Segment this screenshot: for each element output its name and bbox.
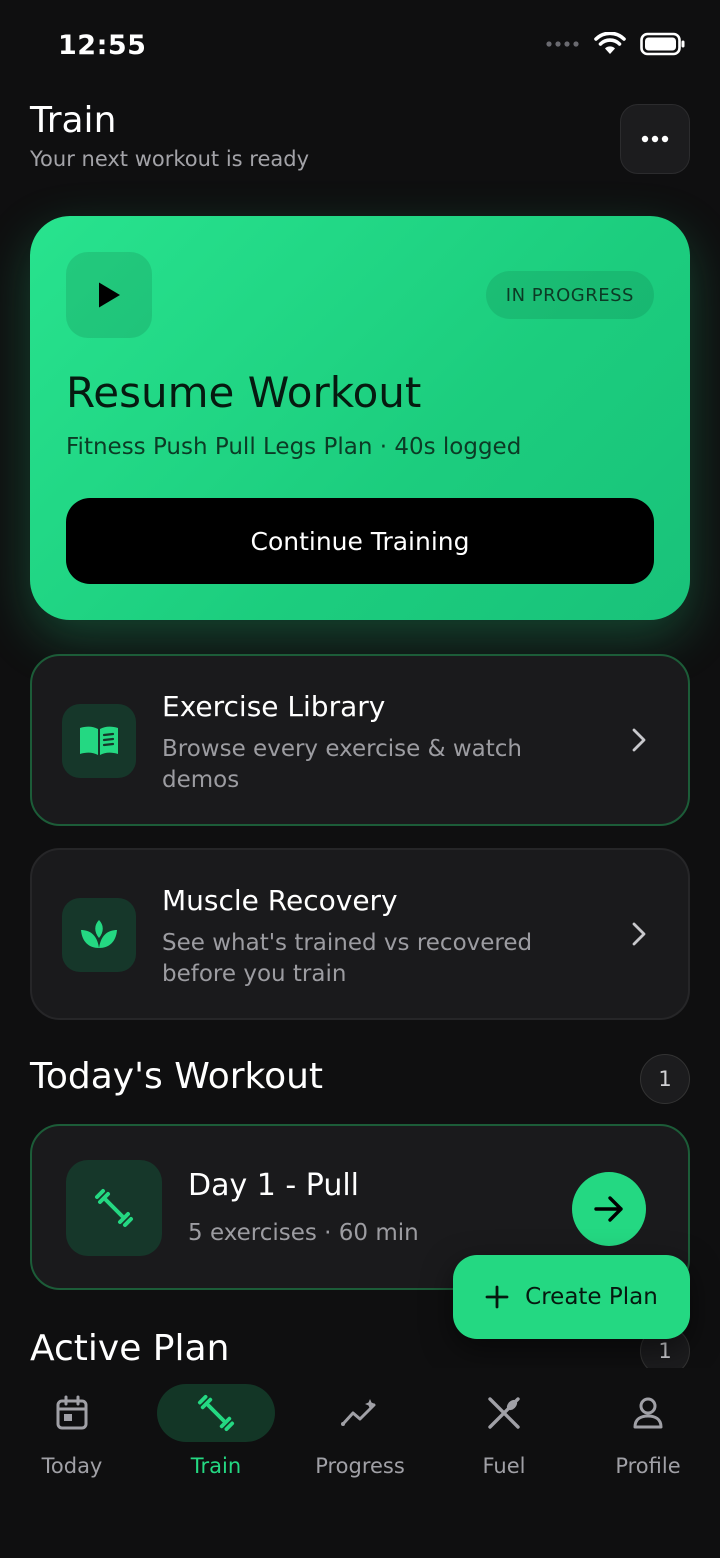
in-progress-badge: IN PROGRESS <box>485 271 654 319</box>
create-plan-label: Create Plan <box>525 1284 658 1310</box>
bottom-tab-bar: Today Train Progress Fuel Profile <box>0 1368 720 1558</box>
arrow-right-icon <box>594 1196 623 1222</box>
tab-icon-wrap <box>157 1384 275 1442</box>
continue-training-button[interactable]: Continue Training <box>66 498 654 584</box>
active-plan-heading: Active Plan <box>30 1328 230 1369</box>
exercise-library-card[interactable]: Exercise Library Browse every exercise &… <box>30 654 690 826</box>
wifi-icon <box>594 32 626 54</box>
status-time: 12:55 <box>58 30 147 61</box>
todays-workout-count-badge: 1 <box>640 1054 690 1104</box>
page-subtitle: Your next workout is ready <box>30 147 310 171</box>
tab-label: Fuel <box>482 1454 526 1478</box>
tab-icon-wrap <box>13 1384 131 1442</box>
tab-icon-wrap <box>589 1384 707 1442</box>
create-plan-button[interactable]: Create Plan <box>453 1255 690 1339</box>
plus-icon <box>485 1285 509 1309</box>
start-workout-button[interactable] <box>572 1172 646 1246</box>
tab-label: Profile <box>615 1454 681 1478</box>
tab-train[interactable]: Train <box>151 1384 281 1478</box>
exercise-library-icon-tile <box>62 704 136 778</box>
cellular-signal-icon <box>546 41 579 47</box>
leaf-icon <box>81 920 117 948</box>
tab-icon-wrap <box>301 1384 419 1442</box>
play-tile <box>66 252 152 338</box>
status-bar: 12:55 <box>0 0 720 90</box>
resume-workout-subtitle: Fitness Push Pull Legs Plan · 40s logged <box>66 434 522 460</box>
tab-label: Train <box>190 1454 242 1478</box>
muscle-recovery-description: See what's trained vs recovered before y… <box>162 930 533 987</box>
more-options-button[interactable] <box>620 104 690 174</box>
todays-workout-heading: Today's Workout <box>30 1056 324 1097</box>
tab-fuel[interactable]: Fuel <box>439 1384 569 1478</box>
utensils-icon <box>488 1397 520 1429</box>
workout-name: Day 1 - Pull <box>188 1168 360 1203</box>
header: Train Your next workout is ready <box>30 100 690 174</box>
battery-icon <box>640 32 685 56</box>
page-title: Train <box>30 100 117 141</box>
tab-label: Progress <box>315 1454 405 1478</box>
user-icon <box>633 1397 663 1429</box>
exercise-library-title: Exercise Library <box>162 690 386 723</box>
dumbbell-icon <box>197 1394 235 1432</box>
muscle-recovery-title: Muscle Recovery <box>162 884 398 917</box>
muscle-recovery-card[interactable]: Muscle Recovery See what's trained vs re… <box>30 848 690 1020</box>
resume-workout-card[interactable]: IN PROGRESS Resume Workout Fitness Push … <box>30 216 690 620</box>
more-horizontal-icon <box>641 135 669 143</box>
dumbbell-icon <box>95 1189 133 1227</box>
tab-icon-wrap <box>445 1384 563 1442</box>
trend-icon <box>341 1399 376 1426</box>
chevron-right-icon <box>632 922 646 946</box>
exercise-library-description: Browse every exercise & watch demos <box>162 736 522 793</box>
chevron-right-icon <box>632 728 646 752</box>
workout-icon-tile <box>66 1160 162 1256</box>
book-icon <box>80 726 118 755</box>
status-icons <box>546 32 686 56</box>
workout-meta: 5 exercises · 60 min <box>188 1220 419 1246</box>
play-icon <box>99 282 120 308</box>
tab-profile[interactable]: Profile <box>583 1384 713 1478</box>
resume-workout-title: Resume Workout <box>66 368 422 417</box>
calendar-icon <box>56 1395 88 1430</box>
muscle-recovery-icon-tile <box>62 898 136 972</box>
tab-label: Today <box>41 1454 103 1478</box>
tab-progress[interactable]: Progress <box>295 1384 425 1478</box>
tab-today[interactable]: Today <box>7 1384 137 1478</box>
